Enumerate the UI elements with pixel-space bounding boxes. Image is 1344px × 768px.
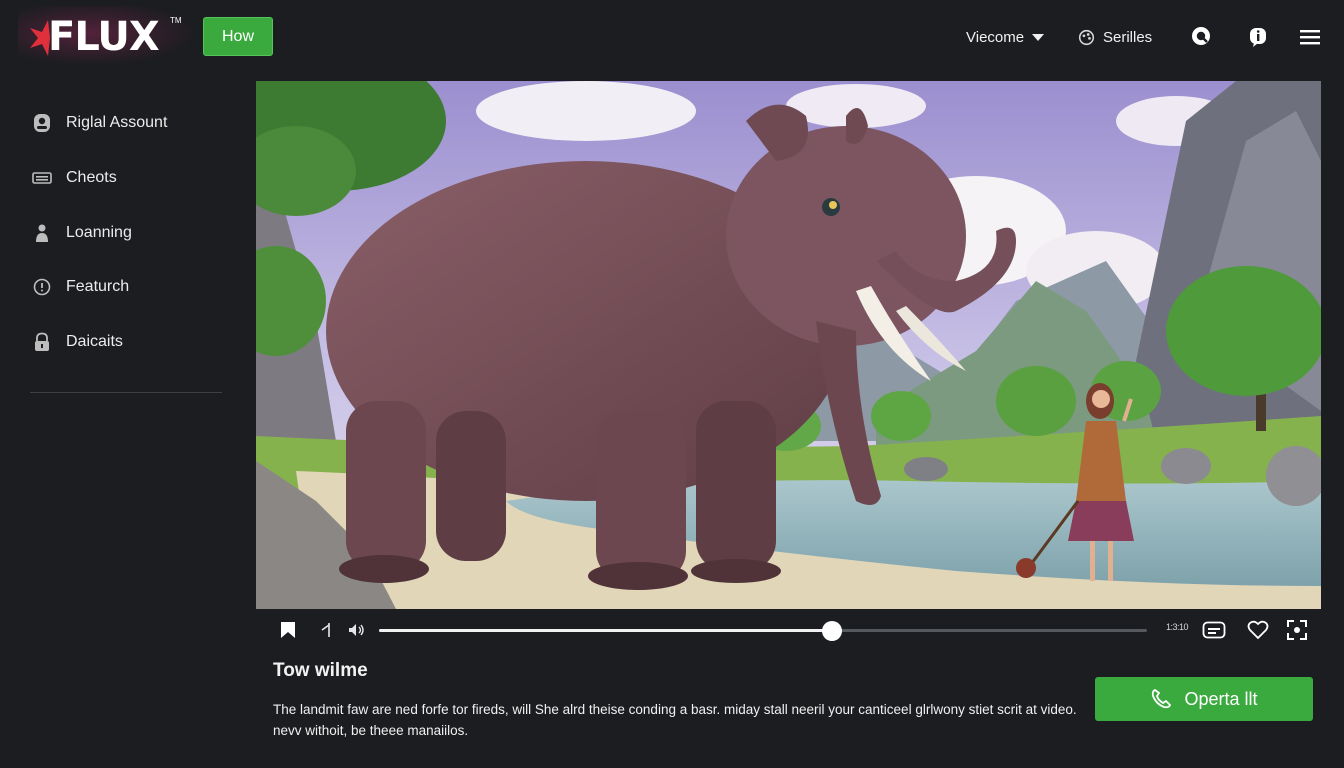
heart-icon: [1247, 620, 1269, 640]
sidebar-item-label: Loanning: [66, 224, 132, 241]
fullscreen-button[interactable]: [1284, 618, 1310, 642]
logo-text: FLUX: [48, 14, 160, 60]
menu-icon: [1300, 30, 1320, 45]
step-button[interactable]: [318, 618, 338, 642]
sidebar-item-cheots[interactable]: Cheots: [32, 165, 117, 191]
time-display: 1:3:10: [1166, 622, 1189, 632]
how-button[interactable]: How: [203, 17, 273, 56]
open-button[interactable]: Operta llt: [1095, 677, 1313, 721]
sidebar-divider: [30, 392, 222, 393]
sidebar-item-label: Cheots: [66, 169, 117, 186]
skip-back-icon: [281, 622, 295, 638]
fullscreen-icon: [1287, 620, 1307, 640]
sidebar-item-label: Featurch: [66, 278, 130, 295]
lock-icon: [32, 332, 52, 352]
search-icon: [1192, 27, 1210, 45]
welcome-dropdown[interactable]: Viecome: [966, 26, 1045, 48]
sidebar-item-label: Riglal Assount: [66, 114, 168, 131]
logo-trademark: TM: [170, 16, 182, 25]
series-link[interactable]: Serilles: [1078, 26, 1152, 48]
volume-button[interactable]: [346, 618, 368, 642]
seek-bar-progress: [379, 629, 833, 632]
chevron-down-icon: [1032, 33, 1045, 41]
open-button-label: Operta llt: [1184, 688, 1258, 709]
video-description: The landmit faw are ned forfe tor fireds…: [273, 702, 1077, 738]
seek-bar[interactable]: [379, 621, 1147, 641]
sidebar-item-account[interactable]: Riglal Assount: [32, 110, 167, 136]
video-frame: [256, 81, 1321, 609]
subtitles-button[interactable]: [1201, 618, 1227, 642]
clock-icon: [32, 277, 52, 297]
sidebar-item-loanning[interactable]: Loanning: [32, 220, 132, 246]
top-bar: FLUX TM How Viecome Serilles: [0, 0, 1344, 72]
series-label: Serilles: [1103, 28, 1153, 46]
keyboard-icon: [32, 168, 52, 188]
player-controls: 1:3:10: [256, 614, 1321, 646]
welcome-label: Viecome: [966, 28, 1025, 46]
subtitles-icon: [1202, 621, 1226, 639]
person-icon: [32, 223, 52, 243]
sidebar-item-featurch[interactable]: Featurch: [32, 274, 129, 300]
info-icon: [1250, 28, 1266, 47]
video-title: Tow wilme: [273, 660, 368, 681]
user-icon: [32, 113, 52, 133]
phone-icon: [1152, 688, 1172, 709]
seek-bar-thumb[interactable]: [822, 621, 843, 641]
video-player[interactable]: [256, 81, 1321, 609]
logo[interactable]: FLUX TM: [18, 6, 198, 66]
info-button[interactable]: [1246, 25, 1270, 49]
favorite-button[interactable]: [1246, 618, 1270, 642]
step-icon: [321, 623, 330, 637]
menu-button[interactable]: [1298, 25, 1322, 49]
search-button[interactable]: [1190, 25, 1214, 49]
sidebar-item-label: Daicaits: [66, 333, 123, 350]
palette-icon: [1078, 29, 1095, 45]
skip-back-button[interactable]: [276, 618, 300, 642]
volume-icon: [349, 624, 364, 636]
sidebar-item-daicaits[interactable]: Daicaits: [32, 329, 123, 355]
